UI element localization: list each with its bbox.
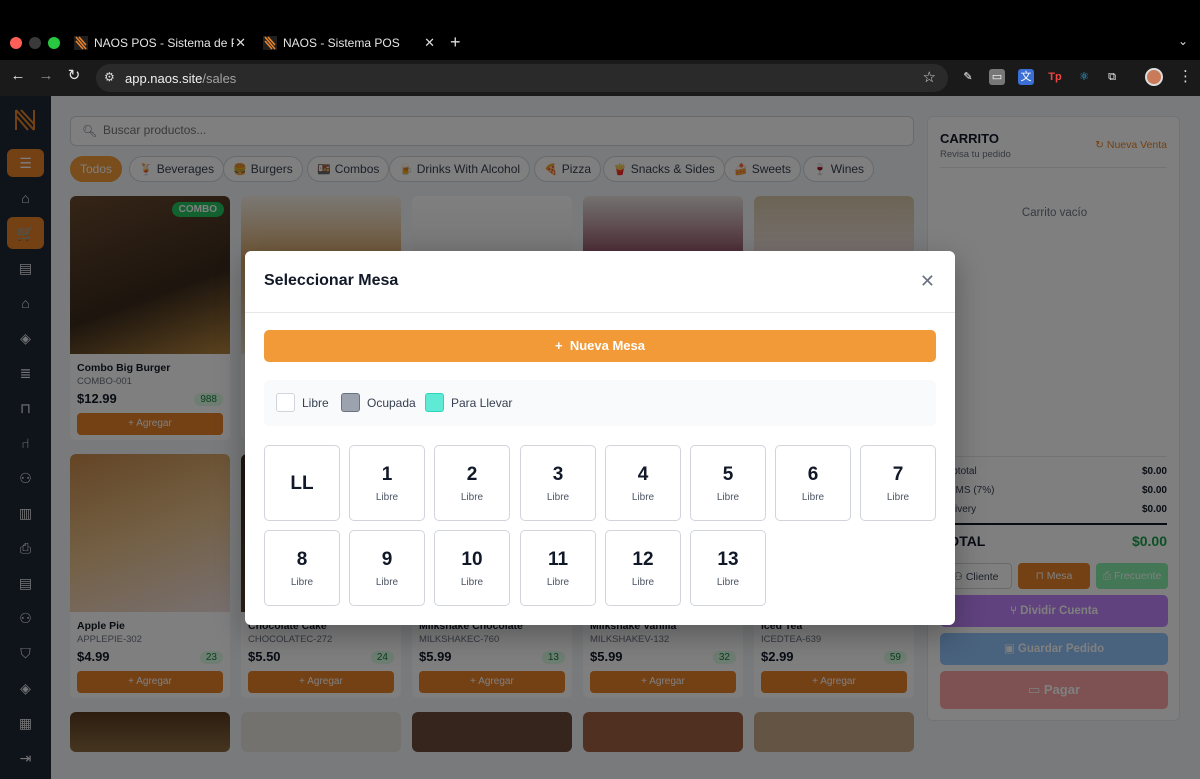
back-arrow-icon[interactable]: ← [8,66,28,86]
extensions-puzzle-icon[interactable]: ⧉ [1104,69,1120,85]
legend-takeaway: Para Llevar [425,393,512,412]
table-tile[interactable]: 1 Libre [349,445,425,521]
table-takeaway[interactable]: LL [264,445,340,521]
close-tab-icon[interactable]: ✕ [235,35,246,51]
table-tile[interactable]: 11 Libre [520,530,596,606]
translate-extension-icon[interactable]: 文 [1018,69,1034,85]
new-tab-button[interactable]: + [450,32,461,53]
pos-app: ☰ ⌂ 🛒 ▤ ⌂ ◈ ≣ ⊓ ⑁ ⚇ ▥ ⎙ ▤ ⚇ ⛉ ◈ ▦ ⇥ 🔍︎ T… [0,96,1200,779]
table-tile[interactable]: 10 Libre [434,530,510,606]
tab-title: NAOS - Sistema POS [283,36,400,50]
browser-menu-icon[interactable]: ⋮ [1178,67,1193,85]
card-extension-icon[interactable]: ▭ [989,69,1005,85]
legend-occupied: Ocupada [341,393,416,412]
close-icon[interactable]: ✕ [920,271,935,292]
table-tile[interactable]: 13 Libre [690,530,766,606]
browser-tab-2[interactable]: NAOS - Sistema POS ✕ [263,30,435,56]
forward-arrow-icon[interactable]: → [36,66,56,86]
divider [245,312,955,313]
table-tile[interactable]: 8 Libre [264,530,340,606]
table-tile[interactable]: 12 Libre [605,530,681,606]
legend-free: Libre [276,393,329,412]
close-window-button[interactable] [10,37,22,49]
address-bar[interactable]: ⚙ app.naos.site/sales ☆ [96,64,948,92]
modal-title: Seleccionar Mesa [264,272,399,289]
tab-title: NAOS POS - Sistema de Punt [94,36,234,50]
table-tile[interactable]: 4 Libre [605,445,681,521]
legend-swatch [341,393,360,412]
react-extension-icon[interactable]: ⚛ [1076,69,1092,85]
site-info-icon[interactable]: ⚙ [104,70,115,84]
minimize-window-button[interactable] [29,37,41,49]
reload-icon[interactable]: ↻ [64,66,84,86]
eyedropper-extension-icon[interactable]: ✎ [960,69,976,85]
table-tile[interactable]: 3 Libre [520,445,596,521]
table-tile[interactable]: 5 Libre [690,445,766,521]
select-table-modal: Seleccionar Mesa ✕ + Nueva Mesa Libre Oc… [245,251,955,625]
browser-toolbar: ← → ↻ ⚙ app.naos.site/sales ☆ ✎ ▭ 文 Tp ⚛… [0,60,1200,96]
new-table-button[interactable]: + Nueva Mesa [264,330,936,362]
close-tab-icon[interactable]: ✕ [424,35,435,51]
tab-search-chevron-icon[interactable]: ⌄ [1178,34,1188,48]
browser-tab-1[interactable]: NAOS POS - Sistema de Punt ✕ [74,30,246,56]
table-tile[interactable]: 9 Libre [349,530,425,606]
table-tile[interactable]: 7 Libre [860,445,936,521]
naos-favicon-icon [74,36,88,50]
tp-extension-icon[interactable]: Tp [1047,69,1063,85]
browser-tab-bar: NAOS POS - Sistema de Punt ✕ NAOS - Sist… [0,0,1200,60]
maximize-window-button[interactable] [48,37,60,49]
table-status-legend: Libre Ocupada Para Llevar [264,380,936,426]
naos-favicon-icon [263,36,277,50]
legend-swatch [276,393,295,412]
profile-avatar[interactable] [1145,68,1163,86]
url-text: app.naos.site/sales [125,71,237,86]
plus-icon: + [555,338,570,353]
table-tile[interactable]: 2 Libre [434,445,510,521]
table-tile[interactable]: 6 Libre [775,445,851,521]
bookmark-star-icon[interactable]: ☆ [923,68,936,86]
legend-swatch [425,393,444,412]
